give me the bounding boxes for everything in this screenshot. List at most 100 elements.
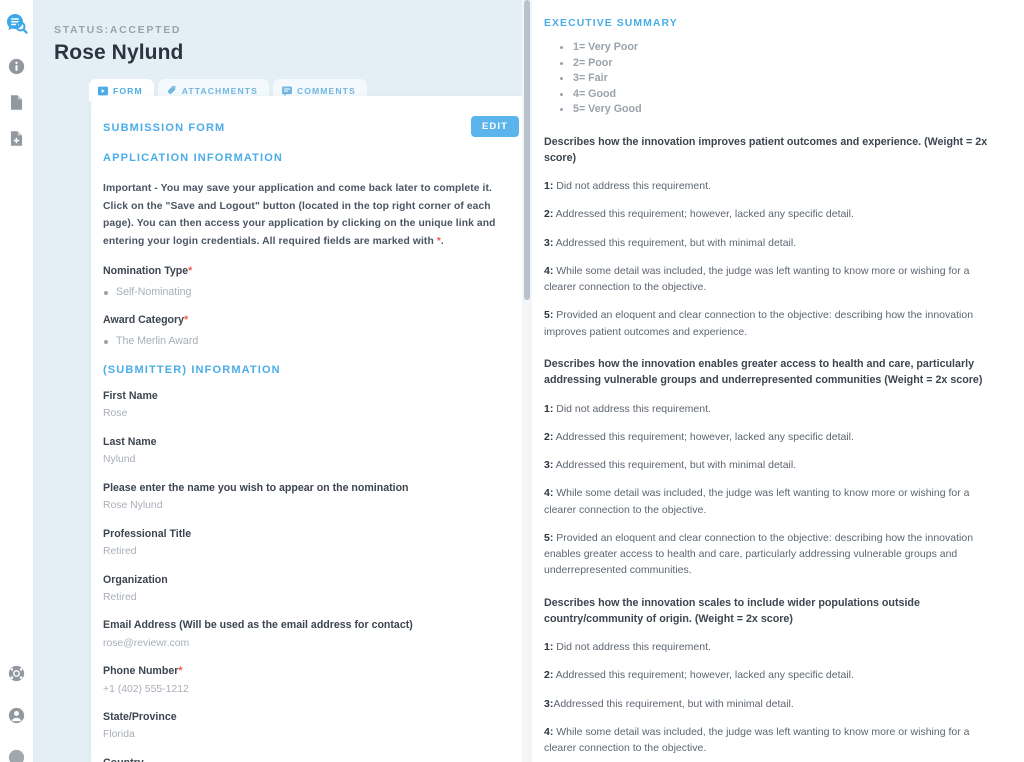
criterion-anchor: 4: While some detail was included, the j… [544,485,1004,518]
anchor-score: 1: [544,402,554,415]
review-panel: EXECUTIVE SUMMARY 1= Very Poor 2= Poor 3= … [532,0,1024,762]
form-field: Please enter the name you wish to appear… [103,481,528,514]
form-intro-text: Important - You may save your applicatio… [103,180,528,251]
form-title-row: SUBMISSION FORM EDIT [103,116,528,137]
field-label: State/Province [103,710,528,724]
criterion-anchor: 3: Addressed this requirement, but with … [544,235,1004,251]
anchor-score: 4: [544,725,554,738]
field-award-category: Award Category* The Merlin Award [103,313,528,349]
field-value: Rose [103,408,128,420]
submitter-information-heading: (SUBMITTER) INFORMATION [103,364,281,377]
anchor-text: Did not address this requirement. [553,641,711,654]
field-label: Email Address (Will be used as the email… [103,618,528,632]
field-label: Last Name [103,435,528,449]
icon-rail [0,0,34,762]
criteria-list: Describes how the innovation improves pa… [544,134,1004,762]
field-value: Rose Nylund [103,500,163,512]
award-category-value: The Merlin Award [103,334,528,349]
field-label-text: Organization [103,573,168,586]
anchor-text: Addressed this requirement; however, lac… [553,208,854,221]
anchor-text: Provided an eloquent and clear connectio… [544,309,974,338]
tab-comments-label: COMMENTS [296,85,356,96]
anchor-score: 2: [544,430,554,443]
required-asterisk: * [178,665,183,678]
sidebar-item-document-add[interactable] [6,127,28,149]
paperclip-icon [167,85,177,96]
settings-icon[interactable] [6,746,28,762]
anchor-text: Provided an eloquent and clear connectio… [544,531,974,577]
field-value: Retired [103,545,137,557]
nomination-type-value: Self-Nominating [103,285,528,300]
anchor-score: 5: [544,309,554,322]
anchor-text: Addressed this requirement, but with min… [553,236,797,249]
submission-form-card: SUBMISSION FORM EDIT APPLICATION INFORMA… [91,96,532,762]
criterion-statement: Describes how the innovation scales to i… [544,596,920,625]
field-label: Professional Title [103,527,528,541]
anchor-text: Did not address this requirement. [553,180,711,193]
anchor-score: 3: [544,459,554,472]
field-label-text: Last Name [103,435,157,448]
life-ring-help-icon[interactable] [6,662,28,684]
submission-panel-scroll-thumb[interactable] [524,0,530,300]
criterion-anchor: 2: Addressed this requirement; however, … [544,429,1004,445]
review-bubble-logo-icon[interactable] [5,12,29,41]
sidebar-item-info[interactable] [6,55,28,77]
criterion-anchor: 2: Addressed this requirement; however, … [544,206,1004,222]
field-label: Award Category* [103,313,528,327]
field-value: Florida [103,729,135,741]
edit-button[interactable]: EDIT [470,116,519,137]
criterion-anchor: 5: Provided an eloquent and clear connec… [544,530,1004,579]
anchor-score: 5: [544,531,554,544]
score-scale-list: 1= Very Poor 2= Poor 3= Fair 4= Good 5= Very… [560,40,1004,118]
submission-panel: STATUS:ACCEPTED Rose Nylund FORM ATTACHM… [34,0,532,762]
comment-icon [281,86,292,96]
anchor-text: Addressed this requirement; however, lac… [553,669,854,682]
form-field: CountryUSA [103,756,528,762]
required-asterisk: * [184,313,189,326]
application-information-heading: APPLICATION INFORMATION [103,152,284,164]
score-scale-item: 5= Very Good [560,102,1004,118]
anchor-text: While some detail was included, the judg… [544,487,970,516]
field-value: Retired [103,591,137,603]
form-field: Phone Number* +1 (402) 555-1212 [103,664,528,697]
anchor-score: 1: [544,641,554,654]
score-scale-item: 4= Good [560,87,1004,103]
award-category-label: Award Category [103,313,185,326]
field-label-text: Email Address (Will be used as the email… [103,619,413,632]
field-label-text: Professional Title [103,527,192,540]
score-scale-item: 2= Poor [560,56,1004,72]
submission-header: STATUS:ACCEPTED Rose Nylund [34,0,532,65]
form-field: State/Province Florida [103,710,528,743]
sidebar-item-document[interactable] [6,91,28,113]
form-field: Email Address (Will be used as the email… [103,618,528,651]
anchor-text: Addressed this requirement, but with min… [553,459,797,472]
field-nomination-type: Nomination Type* Self-Nominating [103,264,528,300]
field-label-text: State/Province [103,711,177,724]
app-root: STATUS:ACCEPTED Rose Nylund FORM ATTACHM… [0,0,1024,762]
criterion-anchor: 4: While some detail was included, the j… [544,724,1004,757]
criterion-statement: Describes how the innovation enables gre… [544,357,983,387]
field-label: Nomination Type* [103,264,528,278]
criterion-anchor: 4: While some detail was included, the j… [544,263,1004,296]
criterion-anchor: 3:Addressed this requirement, but with m… [544,696,1004,712]
submission-panel-scrollbar[interactable] [522,0,532,762]
anchor-score: 4: [544,487,554,500]
anchor-text: While some detail was included, the judg… [544,725,970,755]
submission-form-body: SUBMISSION FORM EDIT APPLICATION INFORMA… [91,96,528,762]
score-scale-item: 1= Very Poor [560,40,1004,56]
form-section-title: SUBMISSION FORM [103,122,226,134]
anchor-text: Addressed this requirement; however, lac… [553,430,854,443]
anchor-score: 3: [544,236,554,249]
form-field: Last Name Nylund [103,435,528,468]
form-field: Professional Title Retired [103,527,528,560]
page-title: Rose Nylund [54,41,184,64]
user-account-icon[interactable] [6,704,28,726]
score-scale-item: 3= Fair [560,71,1004,87]
anchor-text: While some detail was included, the judg… [544,264,970,294]
nomination-type-label: Nomination Type [103,264,189,277]
field-label: First Name [103,389,528,403]
field-value: Nylund [103,454,136,466]
form-field: Organization Retired [103,573,528,606]
field-label: Please enter the name you wish to appear… [103,481,528,495]
anchor-score: 3: [544,697,554,710]
